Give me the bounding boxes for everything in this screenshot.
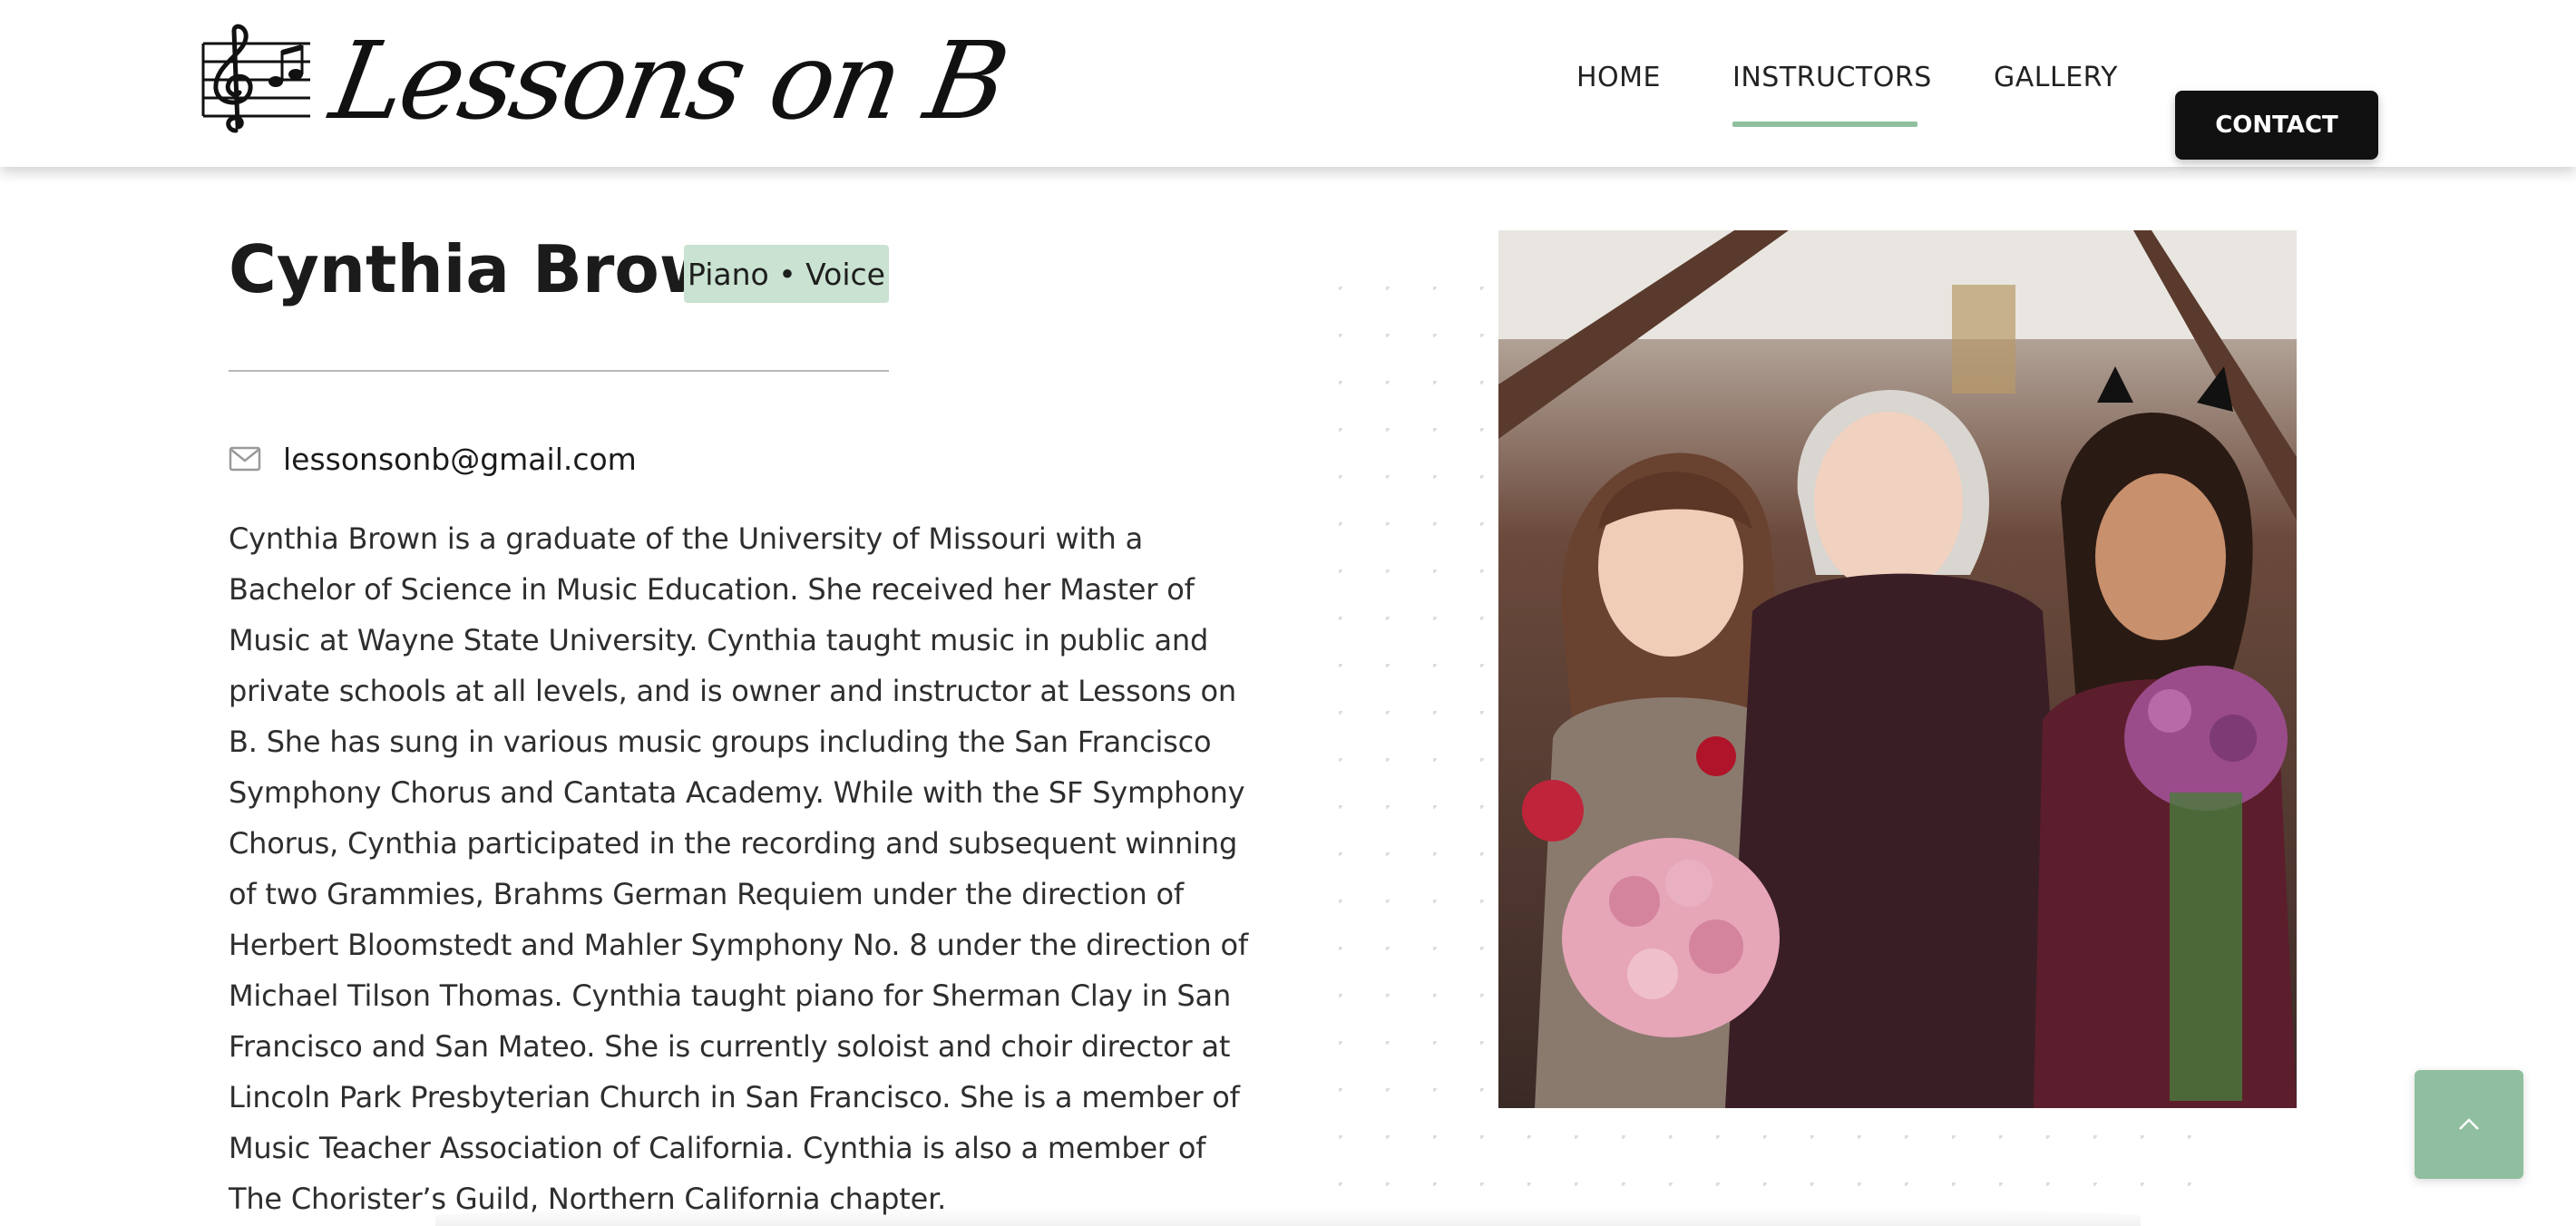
mail-icon xyxy=(229,446,261,472)
bottom-shadow xyxy=(435,1206,2141,1226)
instructor-bio: Cynthia Brown is a graduate of the Unive… xyxy=(229,521,1248,1216)
instructor-photo xyxy=(1498,230,2297,1108)
nav-gallery[interactable]: GALLERY xyxy=(1994,62,2118,93)
back-to-top-button[interactable] xyxy=(2415,1070,2523,1179)
nav-home[interactable]: HOME xyxy=(1576,62,1661,93)
nav-instructors[interactable]: INSTRUCTORS xyxy=(1732,62,1932,93)
divider xyxy=(229,370,889,372)
email-row: lessonsonb@gmail.com xyxy=(229,441,637,477)
contact-button[interactable]: CONTACT xyxy=(2175,91,2378,160)
nav-active-indicator xyxy=(1732,122,1917,127)
main-nav: HOME INSTRUCTORS GALLERY CONTACT xyxy=(0,45,2576,160)
site-header: Lessons on B HOME INSTRUCTORS GALLERY CO… xyxy=(0,0,2576,167)
email-link[interactable]: lessonsonb@gmail.com xyxy=(283,442,637,477)
instrument-badge: Piano • Voice xyxy=(684,245,889,303)
chevron-up-icon xyxy=(2459,1118,2479,1130)
